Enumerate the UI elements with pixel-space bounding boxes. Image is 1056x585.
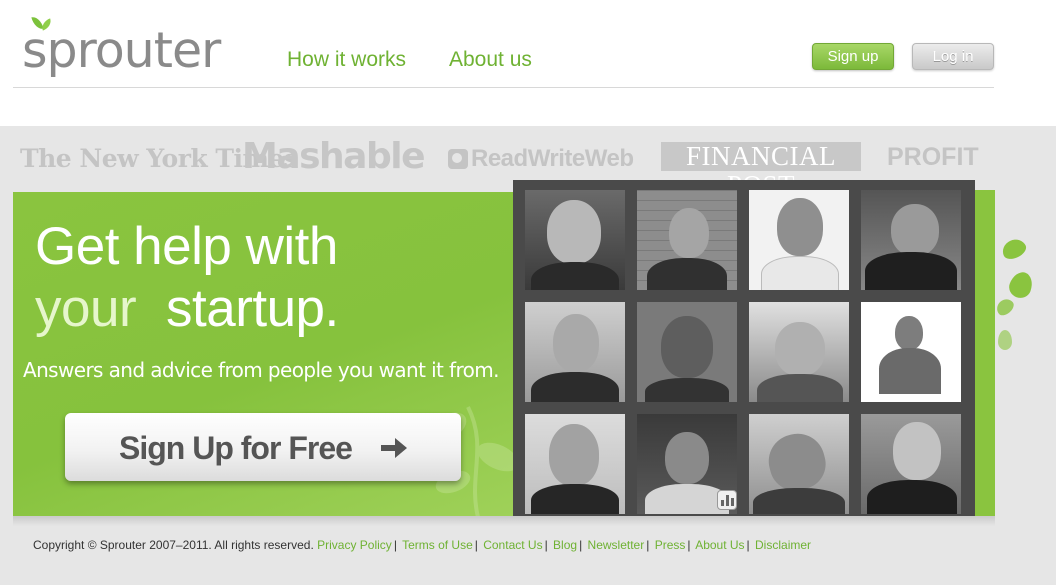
hero-subtitle: Answers and advice from people you want …: [23, 358, 500, 382]
decor-panel: [975, 190, 995, 516]
advisor-photo[interactable]: [861, 302, 961, 402]
hero-title-your: your: [35, 279, 137, 338]
press-logo-readwriteweb: ReadWriteWeb: [448, 145, 634, 173]
copyright-text: Copyright © Sprouter 2007–2011. All righ…: [33, 538, 314, 552]
arrow-right-icon: [381, 438, 407, 458]
header-divider: [13, 87, 994, 88]
advisor-photo[interactable]: [749, 414, 849, 514]
log-in-button[interactable]: Log in: [912, 43, 994, 70]
footer-link-privacy-policy[interactable]: Privacy Policy: [317, 538, 392, 552]
leaf-decoration-icon: [1006, 269, 1036, 301]
nav-how-it-works[interactable]: How it works: [287, 48, 406, 72]
advisor-photo[interactable]: [861, 414, 961, 514]
press-logo-mashable: Mashable: [242, 136, 426, 177]
press-logo-profit: PROFIT: [887, 143, 979, 171]
sprouter-logo[interactable]: sprouter: [22, 14, 232, 84]
advisor-photo[interactable]: [525, 190, 625, 290]
press-logo-readwriteweb-text: ReadWriteWeb: [471, 145, 634, 172]
footer-link-about-us[interactable]: About Us: [695, 538, 744, 552]
readwriteweb-icon: [448, 149, 468, 169]
footer-link-press[interactable]: Press: [655, 538, 686, 552]
leaf-decoration-icon: [998, 330, 1012, 350]
footer-link-newsletter[interactable]: Newsletter: [588, 538, 645, 552]
logo-wordmark: sprouter: [22, 22, 221, 79]
footer-link-blog[interactable]: Blog: [553, 538, 577, 552]
advisor-photo[interactable]: [749, 302, 849, 402]
advisor-photo[interactable]: [637, 190, 737, 290]
leaf-decoration-icon: [993, 295, 1017, 319]
hero-title-startup: startup.: [166, 279, 339, 338]
footer: Copyright © Sprouter 2007–2011. All righ…: [33, 538, 812, 552]
hero-title: Get help with: [35, 217, 338, 276]
advisor-photo[interactable]: [525, 414, 625, 514]
chart-icon[interactable]: [717, 490, 737, 510]
footer-link-terms-of-use[interactable]: Terms of Use: [402, 538, 473, 552]
hero-shadow: [13, 516, 995, 526]
advisor-photo-grid: [513, 180, 975, 516]
advisor-photo[interactable]: [749, 190, 849, 290]
sign-up-free-button[interactable]: Sign Up for Free: [65, 413, 461, 481]
advisor-photo[interactable]: [637, 302, 737, 402]
advisor-photo[interactable]: [861, 190, 961, 290]
advisor-photo[interactable]: [525, 302, 625, 402]
site-header: sprouter How it works About us Sign up L…: [0, 0, 1056, 126]
leaf-decoration-icon: [999, 235, 1029, 263]
sign-up-free-label: Sign Up for Free: [119, 430, 353, 466]
footer-link-contact-us[interactable]: Contact Us: [483, 538, 542, 552]
hero-banner: Get help with your startup. Answers and …: [13, 192, 513, 516]
press-logo-financial-post: FINANCIAL POST: [661, 142, 861, 200]
sign-up-button[interactable]: Sign up: [812, 43, 894, 70]
nav-about-us[interactable]: About us: [449, 48, 532, 72]
footer-link-disclaimer[interactable]: Disclaimer: [755, 538, 811, 552]
